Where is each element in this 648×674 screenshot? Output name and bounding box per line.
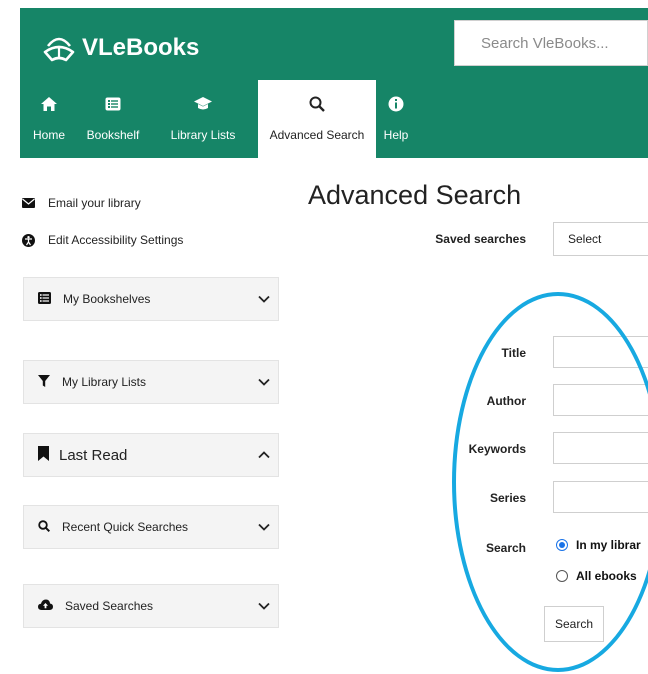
panel-my-bookshelves[interactable]: My Bookshelves	[23, 277, 279, 321]
bookshelf-icon	[105, 94, 121, 114]
search-icon	[309, 94, 325, 114]
logo[interactable]: VLeBooks	[42, 28, 199, 68]
chevron-up-icon[interactable]	[250, 451, 278, 459]
nav-advanced-search-label: Advanced Search	[269, 128, 365, 142]
accessibility-settings-label: Edit Accessibility Settings	[48, 233, 184, 247]
search-placeholder: Search VleBooks...	[481, 34, 609, 52]
filter-icon	[38, 374, 50, 390]
radio-all-ebooks-label: All ebooks	[576, 569, 637, 583]
panel-last-read[interactable]: Last Read	[23, 433, 279, 477]
nav-help[interactable]: Help	[376, 80, 416, 158]
nav-library-lists-label: Library Lists	[170, 128, 236, 142]
radio-all-ebooks[interactable]: All ebooks	[556, 569, 637, 583]
page-title: Advanced Search	[308, 180, 522, 210]
panel-my-library-lists[interactable]: My Library Lists	[23, 360, 279, 404]
radio-in-my-library-label: In my librar	[576, 538, 641, 552]
graduation-cap-icon	[193, 94, 213, 114]
panel-my-bookshelves-label: My Bookshelves	[63, 292, 151, 306]
chevron-down-icon[interactable]	[250, 378, 278, 386]
saved-searches-select[interactable]: Select	[553, 222, 648, 256]
saved-searches-label: Saved searches	[435, 232, 526, 246]
nav-library-lists[interactable]: Library Lists	[148, 80, 258, 158]
accessibility-icon	[20, 233, 36, 247]
radio-in-my-library[interactable]: In my librar	[556, 538, 641, 552]
nav-advanced-search[interactable]: Advanced Search	[258, 80, 376, 158]
panel-saved-searches-label: Saved Searches	[65, 599, 154, 613]
chevron-down-icon[interactable]	[250, 602, 278, 610]
panel-my-library-lists-label: My Library Lists	[62, 375, 147, 389]
email-library-label: Email your library	[48, 196, 141, 210]
main-nav: Home Bookshelf Library Lists Advanced Se…	[20, 80, 416, 158]
panel-saved-searches[interactable]: Saved Searches	[23, 584, 279, 628]
author-label: Author	[486, 394, 526, 408]
radio-selected-icon[interactable]	[556, 539, 568, 551]
search-input[interactable]: Search VleBooks...	[454, 20, 648, 66]
nav-home-label: Home	[32, 128, 65, 142]
search-icon	[38, 519, 51, 535]
nav-help-label: Help	[383, 128, 409, 142]
author-field[interactable]	[553, 384, 648, 416]
vlebooks-logo-icon	[43, 37, 75, 62]
nav-bookshelf[interactable]: Bookshelf	[78, 80, 148, 158]
nav-bookshelf-label: Bookshelf	[86, 128, 140, 142]
home-icon	[40, 94, 58, 114]
keywords-field[interactable]	[553, 432, 648, 464]
title-field[interactable]	[553, 336, 648, 368]
chevron-down-icon[interactable]	[250, 295, 278, 303]
panel-recent-quick-searches[interactable]: Recent Quick Searches	[23, 505, 279, 549]
envelope-icon	[20, 198, 36, 208]
nav-home[interactable]: Home	[20, 80, 78, 158]
keywords-label: Keywords	[468, 442, 526, 456]
email-library-link[interactable]: Email your library	[20, 196, 141, 210]
bookmark-icon	[38, 445, 49, 465]
cloud-upload-icon	[38, 599, 53, 613]
accessibility-settings-link[interactable]: Edit Accessibility Settings	[20, 233, 183, 247]
series-field[interactable]	[553, 481, 648, 513]
header-bar: VLeBooks Search VleBooks... Home Bookshe…	[20, 8, 648, 158]
series-label: Series	[489, 491, 526, 505]
panel-recent-quick-searches-label: Recent Quick Searches	[62, 520, 189, 534]
info-icon	[388, 94, 404, 114]
chevron-down-icon[interactable]	[250, 523, 278, 531]
saved-searches-value: Select	[568, 232, 602, 246]
title-label: Title	[501, 346, 526, 360]
list-icon	[38, 291, 51, 307]
search-scope-label: Search	[485, 541, 526, 555]
panel-last-read-label: Last Read	[59, 446, 128, 464]
search-button-label: Search	[554, 617, 594, 631]
brand-name: VLeBooks	[82, 34, 200, 61]
radio-unselected-icon[interactable]	[556, 570, 568, 582]
search-button[interactable]: Search	[544, 606, 604, 642]
